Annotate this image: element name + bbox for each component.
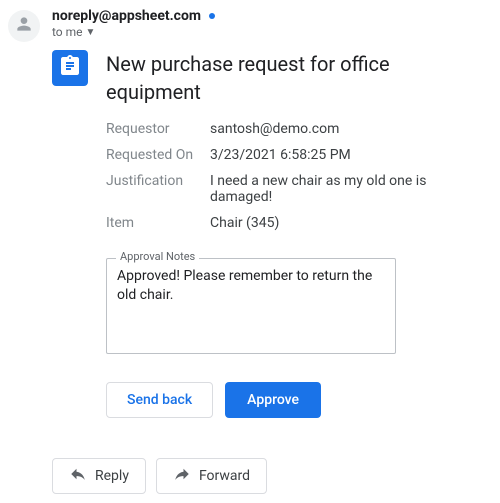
field-label-justification: Justification xyxy=(106,173,210,205)
send-back-button[interactable]: Send back xyxy=(106,382,213,418)
reply-button[interactable]: Reply xyxy=(52,458,146,494)
forward-button[interactable]: Forward xyxy=(156,458,267,494)
unread-indicator xyxy=(209,13,215,19)
reply-icon xyxy=(69,465,87,487)
approve-button[interactable]: Approve xyxy=(225,382,321,418)
field-value-requestor: santosh@demo.com xyxy=(210,121,339,137)
recipient-label: to me xyxy=(52,25,83,39)
field-row: Item Chair (345) xyxy=(106,210,460,236)
app-icon xyxy=(52,50,88,86)
field-label-requested-on: Requested On xyxy=(106,147,210,163)
recipient-dropdown[interactable]: to me ▼ xyxy=(52,25,480,39)
approval-notes-legend: Approval Notes xyxy=(116,250,199,263)
field-row: Requestor santosh@demo.com xyxy=(106,116,460,142)
field-value-requested-on: 3/23/2021 6:58:25 PM xyxy=(210,147,351,163)
field-value-item: Chair (345) xyxy=(210,215,279,231)
chevron-down-icon: ▼ xyxy=(86,27,96,38)
field-value-justification: I need a new chair as my old one is dama… xyxy=(210,173,460,205)
email-subject: New purchase request for office equipmen… xyxy=(106,50,460,106)
field-row: Requested On 3/23/2021 6:58:25 PM xyxy=(106,142,460,168)
sender-avatar[interactable] xyxy=(8,10,40,42)
reply-label: Reply xyxy=(95,468,129,484)
field-row: Justification I need a new chair as my o… xyxy=(106,168,460,210)
approval-notes-input[interactable] xyxy=(106,258,396,354)
forward-label: Forward xyxy=(199,468,250,484)
sender-email[interactable]: noreply@appsheet.com xyxy=(52,8,201,24)
field-label-requestor: Requestor xyxy=(106,121,210,137)
field-label-item: Item xyxy=(106,215,210,231)
forward-icon xyxy=(173,465,191,487)
clipboard-icon xyxy=(58,54,82,82)
person-icon xyxy=(14,14,34,38)
